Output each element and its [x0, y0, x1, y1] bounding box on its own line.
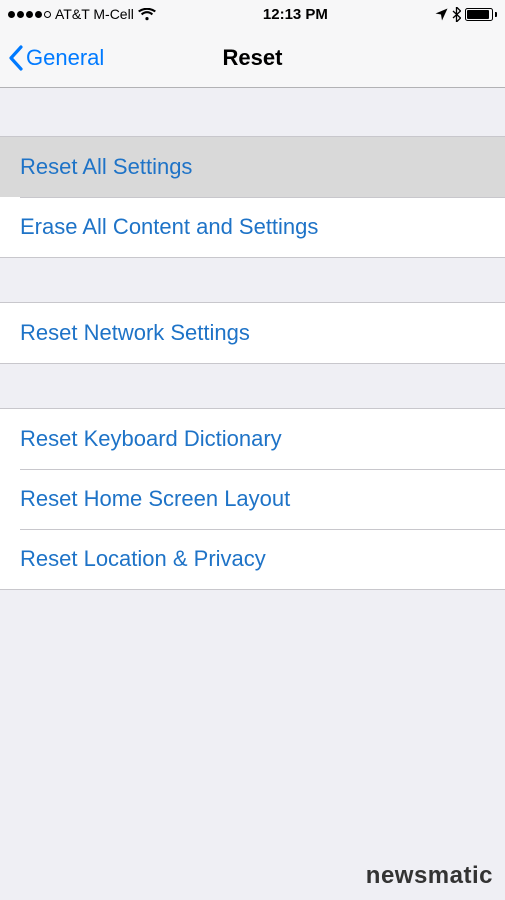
reset-home-screen-layout-row[interactable]: Reset Home Screen Layout	[0, 469, 505, 529]
row-label: Erase All Content and Settings	[20, 214, 318, 240]
nav-bar: General Reset	[0, 28, 505, 88]
location-icon	[435, 8, 448, 21]
erase-all-content-row[interactable]: Erase All Content and Settings	[0, 197, 505, 257]
back-label: General	[26, 45, 104, 71]
watermark: newsmatic	[366, 862, 493, 890]
back-button[interactable]: General	[8, 45, 104, 71]
bluetooth-icon	[452, 7, 461, 22]
reset-location-privacy-row[interactable]: Reset Location & Privacy	[0, 529, 505, 589]
chevron-left-icon	[8, 45, 24, 71]
carrier-label: AT&T M-Cell	[55, 6, 134, 22]
settings-group: Reset All Settings Erase All Content and …	[0, 136, 505, 258]
battery-icon	[465, 8, 497, 21]
settings-group: Reset Keyboard Dictionary Reset Home Scre…	[0, 408, 505, 590]
status-bar: AT&T M-Cell 12:13 PM	[0, 0, 505, 28]
row-label: Reset All Settings	[20, 154, 192, 180]
reset-keyboard-dictionary-row[interactable]: Reset Keyboard Dictionary	[0, 409, 505, 469]
status-time: 12:13 PM	[263, 6, 328, 23]
settings-group: Reset Network Settings	[0, 302, 505, 364]
signal-strength-icon	[8, 11, 51, 18]
row-label: Reset Home Screen Layout	[20, 486, 290, 512]
row-label: Reset Keyboard Dictionary	[20, 426, 282, 452]
status-right	[435, 7, 497, 22]
status-left: AT&T M-Cell	[8, 6, 156, 22]
reset-network-settings-row[interactable]: Reset Network Settings	[0, 303, 505, 363]
row-label: Reset Network Settings	[20, 320, 250, 346]
reset-all-settings-row[interactable]: Reset All Settings	[0, 137, 505, 197]
wifi-icon	[138, 8, 156, 21]
row-label: Reset Location & Privacy	[20, 546, 266, 572]
